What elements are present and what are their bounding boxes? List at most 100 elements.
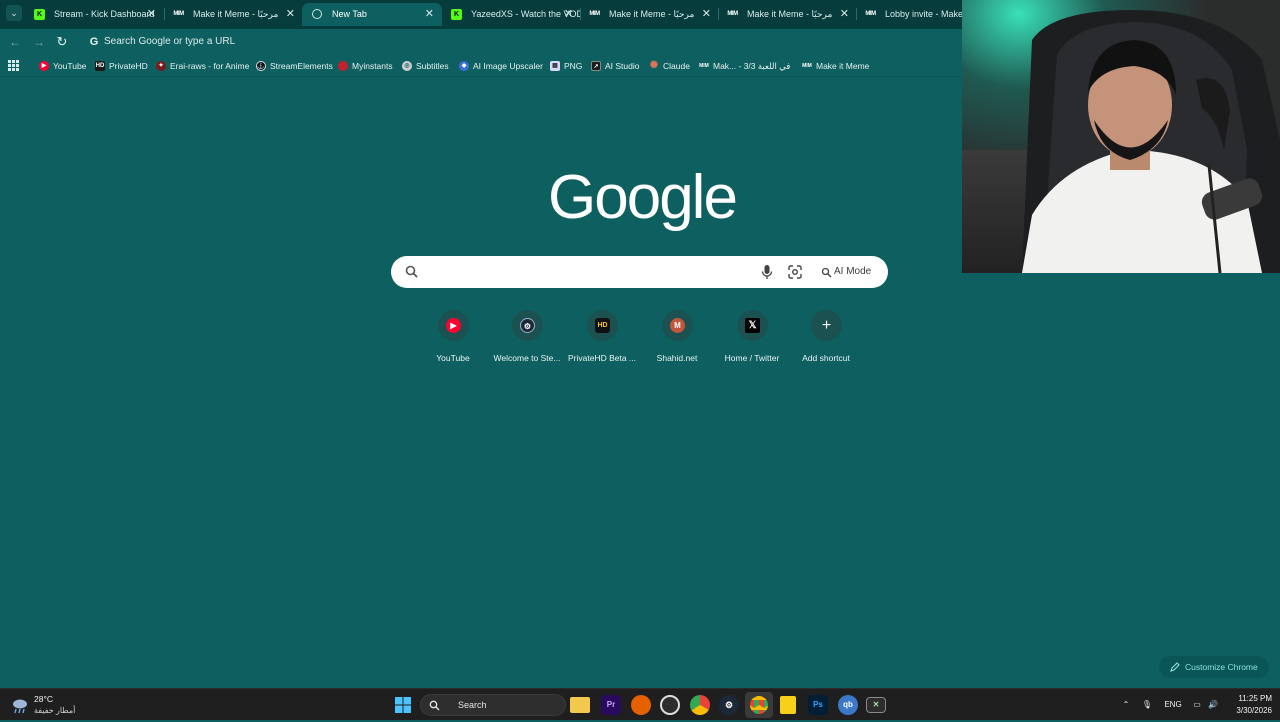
ntp-search-box[interactable]: AI Mode — [391, 256, 888, 288]
weather-temperature: 28°C — [34, 694, 53, 704]
microphone-icon[interactable] — [760, 264, 774, 280]
bookmark-streamelements[interactable]: ⚓ StreamElements — [256, 58, 333, 74]
close-icon[interactable]: ✕ — [425, 3, 434, 26]
apps-grid-icon[interactable] — [8, 60, 19, 71]
globe-icon — [312, 9, 322, 19]
makeitmeme-icon: MIM — [865, 11, 876, 17]
tab-kick-dashboard[interactable]: K Stream - Kick Dashboard ✕ — [24, 3, 164, 26]
customize-chrome-button[interactable]: Customize Chrome — [1159, 656, 1269, 678]
chrome-active-icon — [750, 696, 768, 714]
premiere-icon[interactable]: Pr — [601, 695, 621, 715]
file-explorer-icon[interactable] — [570, 697, 590, 713]
back-button[interactable]: ← — [6, 33, 24, 51]
bookmark-label: YouTube — [53, 61, 87, 71]
search-icon — [429, 700, 440, 711]
taskbar-search-label: Search — [458, 700, 487, 710]
shahid-icon: M — [670, 318, 685, 333]
bookmark-ai-studio[interactable]: ↗ AI Studio — [591, 58, 640, 74]
obs-icon[interactable] — [660, 695, 680, 715]
google-logo: Google — [548, 163, 738, 232]
privatehd-icon: HD — [95, 61, 105, 71]
shortcut-tile: + — [811, 310, 842, 341]
chrome-icon[interactable] — [690, 695, 710, 715]
taskbar-search[interactable]: Search — [420, 694, 566, 716]
tab-make-it-meme-2[interactable]: MIM Make it Meme - مرحبًا ✕ — [579, 3, 719, 26]
weather-widget[interactable]: 28°C أمطار خفيفة — [10, 692, 100, 718]
bookmark-label: AI Studio — [605, 61, 640, 71]
shortcut-shahid[interactable]: M Shahid.net — [639, 310, 715, 366]
claude-icon: ✺ — [649, 60, 659, 71]
tab-make-it-meme[interactable]: MIM Make it Meme - مرحبًا ✕ — [163, 3, 303, 26]
language-indicator[interactable]: ENG — [1162, 689, 1184, 721]
shortcut-steam[interactable]: ⚙ Welcome to Ste... — [489, 310, 565, 366]
bookmark-ai-image-upscaler[interactable]: ◆ AI Image Upscaler — [459, 58, 543, 74]
bookmark-label: Claude — [663, 61, 690, 71]
shortcut-label: PrivateHD Beta ... — [567, 353, 637, 363]
bookmark-erai-raws[interactable]: ✦ Erai-raws - for Anime — [156, 58, 249, 74]
makeitmeme-icon: MIM — [727, 11, 738, 17]
microphone-tray-icon[interactable]: 🎙 — [1140, 689, 1154, 721]
windows-logo-icon — [395, 697, 411, 713]
address-bar-placeholder: Search Google or type a URL — [104, 36, 236, 47]
bookmark-make-it-meme-lobby[interactable]: MIM Mak... - 3/3 في اللعبة — [699, 58, 790, 74]
shortcut-tile: ⚙ — [512, 310, 543, 341]
ai-search-icon — [821, 267, 832, 278]
bookmark-subtitles[interactable]: ◎ Subtitles — [402, 58, 449, 74]
ntp-search-input[interactable] — [425, 262, 745, 282]
close-icon[interactable]: ✕ — [147, 3, 156, 26]
volume-icon[interactable]: 🔊 — [1206, 689, 1220, 721]
close-icon[interactable]: ✕ — [702, 3, 711, 26]
bookmark-make-it-meme[interactable]: MIM Make it Meme — [802, 58, 869, 74]
google-lens-icon[interactable] — [787, 264, 803, 280]
add-shortcut-button[interactable]: + Add shortcut — [788, 310, 864, 366]
chrome-active-button[interactable] — [745, 692, 773, 718]
google-g-icon: G — [89, 36, 99, 48]
close-icon[interactable]: ✕ — [564, 3, 573, 26]
png-icon: ▦ — [550, 61, 560, 71]
tab-make-it-meme-3[interactable]: MIM Make it Meme - مرحبًا ✕ — [717, 3, 857, 26]
kick-icon: K — [451, 9, 462, 20]
bookmark-label: StreamElements — [270, 61, 333, 71]
bookmark-privatehd[interactable]: HD PrivateHD — [95, 58, 148, 74]
address-bar[interactable]: G Search Google or type a URL — [80, 31, 960, 53]
shortcut-privatehd[interactable]: HD PrivateHD Beta ... — [564, 310, 640, 366]
start-button[interactable] — [391, 693, 415, 717]
steam-icon[interactable]: ⚙ — [719, 695, 739, 715]
bookmark-claude[interactable]: ✺ Claude — [649, 58, 690, 74]
network-icon[interactable]: ▭ — [1190, 689, 1204, 721]
shortcut-label: Shahid.net — [656, 353, 698, 363]
aistudio-icon: ↗ — [591, 61, 601, 71]
upscaler-icon: ◆ — [459, 61, 469, 71]
qbittorrent-icon[interactable]: qb — [838, 695, 858, 715]
bookmark-myinstants[interactable]: Myinstants — [338, 58, 393, 74]
tab-yazeedxs-vod[interactable]: K YazeedXS - Watch the VOD ✕ — [441, 3, 581, 26]
windows-taskbar: 28°C أمطار خفيفة Search Pr ⚙ Ps qb ✕ ⌃ 🎙… — [0, 688, 1280, 720]
subtitles-icon: ◎ — [402, 61, 412, 71]
bookmark-png[interactable]: ▦ PNG — [550, 58, 582, 74]
plus-icon: + — [821, 317, 832, 334]
forward-button[interactable]: → — [30, 33, 48, 51]
shortcut-tile: ▶ — [438, 310, 469, 341]
firefox-icon[interactable] — [631, 695, 651, 715]
ai-mode-label: AI Mode — [834, 266, 872, 277]
photoshop-icon[interactable]: Ps — [808, 695, 828, 715]
sticky-notes-icon[interactable] — [780, 696, 796, 714]
tab-lobby-invite[interactable]: MIM Lobby invite - Make it Meme — [855, 3, 962, 26]
kick-icon: K — [34, 9, 45, 20]
shortcut-twitter[interactable]: 𝕏 Home / Twitter — [714, 310, 790, 366]
close-icon[interactable]: ✕ — [286, 3, 295, 26]
ai-mode-button[interactable]: AI Mode — [815, 260, 879, 284]
system-clock[interactable]: 11:25 PM 3/30/2026 — [1226, 693, 1272, 717]
shortcut-label: YouTube — [436, 353, 470, 363]
tray-overflow-chevron-icon[interactable]: ⌃ — [1118, 689, 1134, 721]
bookmark-youtube[interactable]: ▶ YouTube — [39, 58, 86, 74]
makeitmeme-icon: MIM — [699, 63, 709, 69]
shortcut-youtube[interactable]: ▶ YouTube — [415, 310, 491, 366]
close-icon[interactable]: ✕ — [840, 3, 849, 26]
reload-button[interactable]: ↻ — [53, 33, 71, 51]
tab-new-tab[interactable]: New Tab ✕ — [302, 3, 442, 26]
terminal-icon[interactable]: ✕ — [866, 697, 886, 713]
tab-search-button[interactable]: ⌄ — [6, 5, 22, 21]
bookmark-label: Make it Meme — [816, 61, 870, 71]
streamelements-icon: ⚓ — [256, 61, 266, 71]
